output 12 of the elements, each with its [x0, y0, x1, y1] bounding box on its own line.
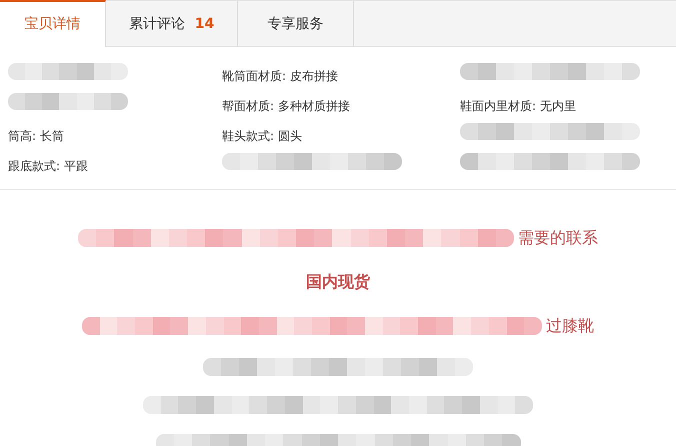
description-text: 过膝靴 [546, 315, 594, 337]
tab[interactable]: 累计评论 14 [106, 1, 238, 47]
attribute-text: 鞋面内里材质: 无内里 [460, 99, 576, 113]
attribute-text: 帮面材质: 多种材质拼接 [222, 99, 350, 113]
attribute-text: 跟底款式: 平跟 [8, 159, 88, 173]
tab[interactable]: 专享服务 [238, 1, 354, 47]
description-heading: 国内现货 [306, 271, 370, 293]
attribute-text: 筒高: 长筒 [8, 129, 64, 143]
tab[interactable]: 宝贝详情 [0, 0, 106, 47]
description-text: 需要的联系 [518, 227, 598, 249]
attribute-text: 鞋头款式: 圆头 [222, 129, 302, 143]
attribute-text: 靴筒面材质: 皮布拼接 [222, 69, 338, 83]
